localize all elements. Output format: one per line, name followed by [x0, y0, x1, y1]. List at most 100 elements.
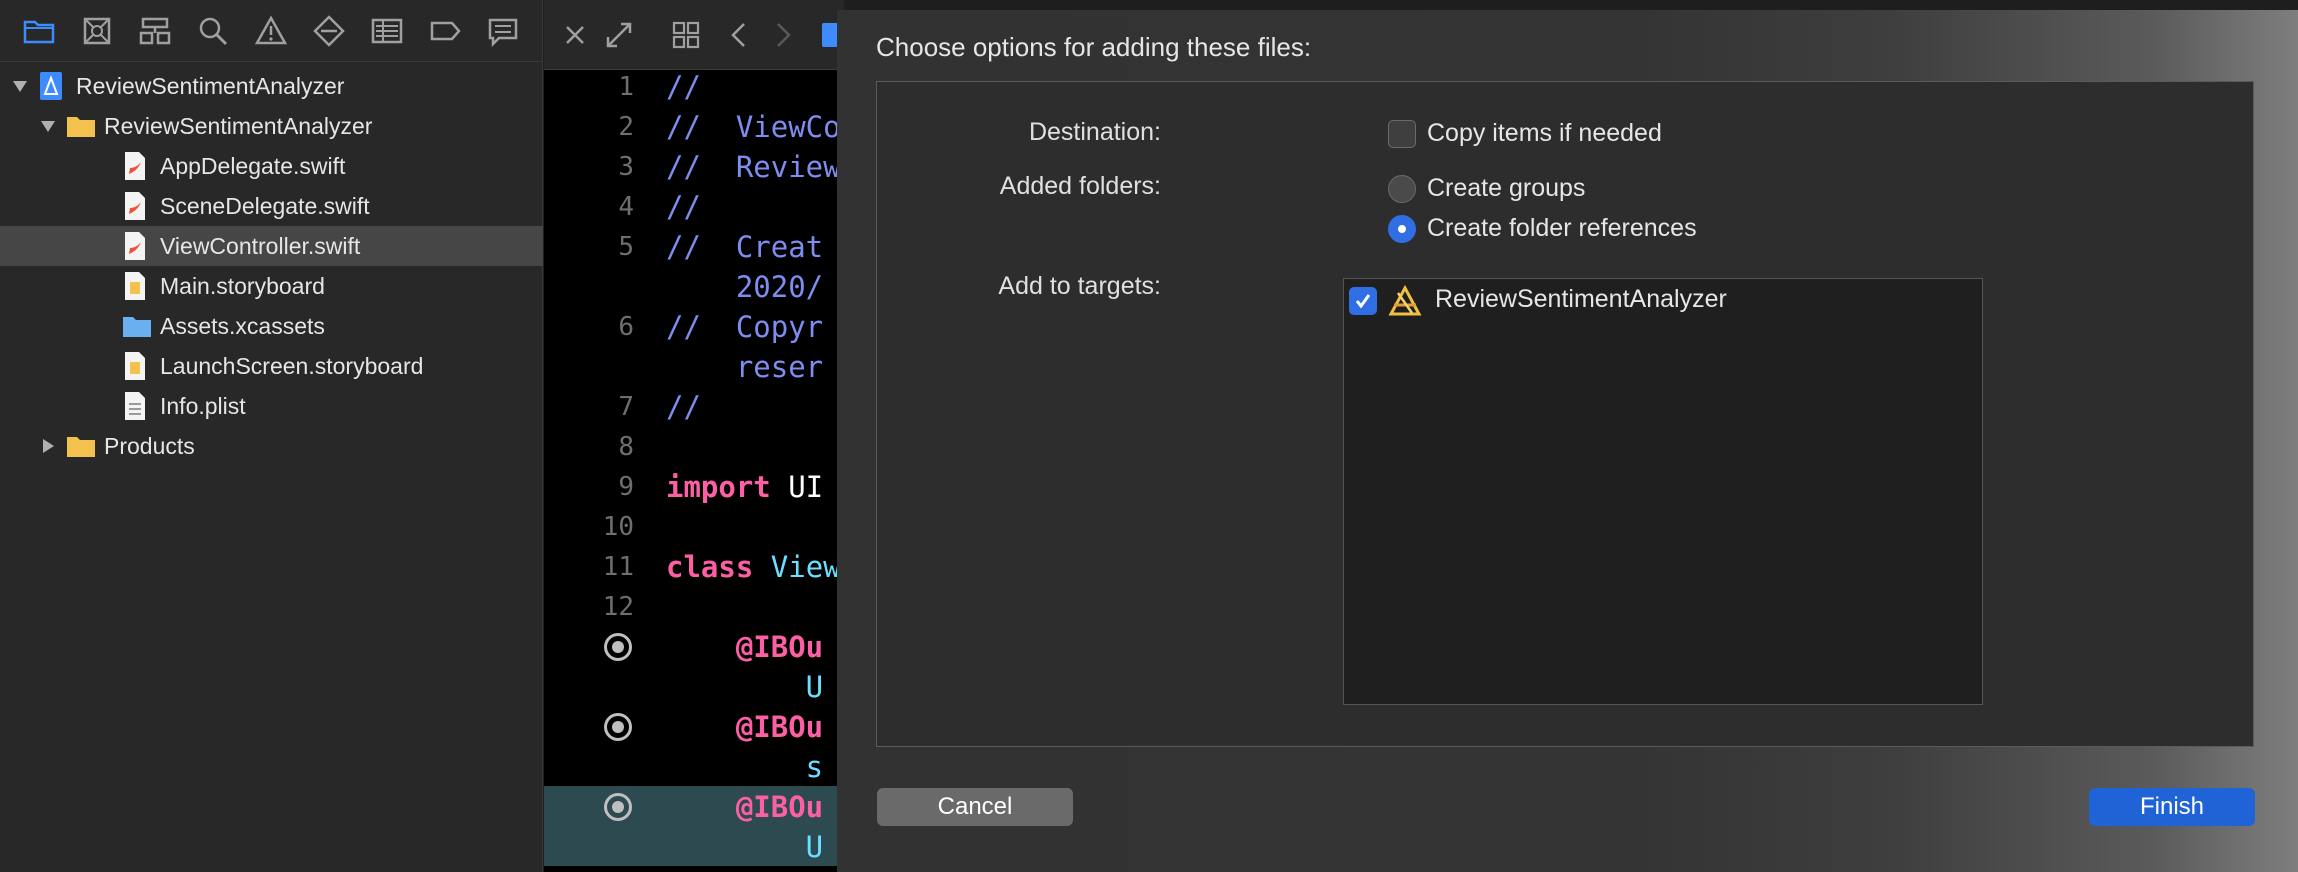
copy-items-label[interactable]: Copy items if needed — [1427, 119, 1662, 148]
tree-item-label: Assets.xcassets — [160, 313, 325, 339]
tree-item-label: Products — [104, 433, 195, 459]
back-icon[interactable] — [722, 18, 756, 52]
report-icon[interactable] — [474, 6, 532, 56]
tree-item[interactable]: Info.plist — [0, 386, 543, 426]
outlet-connection-icon[interactable] — [604, 633, 632, 661]
create-groups-radio[interactable] — [1388, 175, 1416, 203]
code-text: // Review — [666, 150, 841, 184]
code-line[interactable]: 12 — [544, 586, 844, 626]
tree-item-label: ViewController.swift — [160, 233, 361, 259]
cancel-button[interactable]: Cancel — [877, 788, 1073, 826]
plist-file-icon — [122, 390, 148, 422]
app-target-icon — [1388, 284, 1422, 317]
code-line[interactable]: 5 // Creat — [544, 226, 844, 266]
code-area[interactable]: 1 // 2 // ViewCo 3 // Review 4 // 5 // Creat 2020… — [544, 66, 844, 866]
tree-item[interactable]: LaunchScreen.storyboard — [0, 346, 543, 386]
code-line[interactable]: @IBOu — [544, 626, 844, 666]
code-line[interactable]: 6 // Copyr — [544, 306, 844, 346]
search-icon[interactable] — [184, 6, 242, 56]
code-line[interactable]: s — [544, 746, 844, 786]
tree-item[interactable]: SceneDelegate.swift — [0, 186, 543, 226]
tree-item[interactable]: ViewController.swift — [0, 226, 543, 266]
code-line[interactable]: @IBOu — [544, 786, 844, 826]
outlet-connection-icon[interactable] — [604, 713, 632, 741]
code-text: // Copyr — [666, 310, 824, 344]
line-number: 11 — [602, 552, 634, 582]
create-folder-references-label[interactable]: Create folder references — [1427, 214, 1697, 243]
code-line[interactable]: 3 // Review — [544, 146, 844, 186]
tree-item-label: Info.plist — [160, 393, 246, 419]
swift-file-icon — [122, 230, 148, 262]
added-folders-label: Added folders: — [999, 172, 1161, 200]
dialog-title: Choose options for adding these files: — [876, 32, 1312, 62]
test-icon[interactable] — [300, 6, 358, 56]
line-number: 12 — [602, 592, 634, 622]
code-line[interactable]: 11 class View — [544, 546, 844, 586]
code-text: // ViewCo — [666, 110, 841, 144]
code-text: U — [666, 830, 824, 864]
file-tree: ReviewSentimentAnalyzer ReviewSentimentAn… — [0, 66, 543, 466]
tree-item[interactable]: ReviewSentimentAnalyzer — [0, 66, 543, 106]
code-text: 2020/ — [666, 270, 824, 304]
tree-item-label: LaunchScreen.storyboard — [160, 353, 424, 379]
line-number: 5 — [618, 232, 634, 262]
line-number: 2 — [618, 112, 634, 142]
code-text: // Creat — [666, 230, 824, 264]
tree-item-label: ReviewSentimentAnalyzer — [76, 73, 345, 99]
code-text: import UI — [666, 470, 823, 504]
tree-item-label: Main.storyboard — [160, 273, 325, 299]
tree-item[interactable]: Main.storyboard — [0, 266, 543, 306]
code-line[interactable]: 4 // — [544, 186, 844, 226]
disclosure-open-icon[interactable] — [38, 116, 58, 136]
storyboard-file-icon — [122, 270, 148, 302]
code-keyword: import — [666, 470, 771, 504]
copy-items-checkbox[interactable] — [1388, 120, 1416, 148]
finish-button[interactable]: Finish — [2089, 788, 2255, 826]
create-groups-label[interactable]: Create groups — [1427, 174, 1585, 203]
tree-item[interactable]: AppDelegate.swift — [0, 146, 543, 186]
target-checkbox[interactable] — [1349, 287, 1377, 315]
disclosure-open-icon[interactable] — [10, 76, 30, 96]
code-text: // — [666, 70, 701, 104]
code-line[interactable]: 1 // — [544, 66, 844, 106]
targets-list[interactable]: ReviewSentimentAnalyzer — [1343, 278, 1983, 705]
line-number: 8 — [618, 432, 634, 462]
source-control-icon[interactable] — [68, 6, 126, 56]
code-line[interactable]: 7 // — [544, 386, 844, 426]
code-line[interactable]: U — [544, 666, 844, 706]
code-line[interactable]: U — [544, 826, 844, 866]
expand-icon[interactable] — [602, 18, 636, 52]
close-icon[interactable] — [558, 18, 592, 52]
code-line[interactable]: @IBOu — [544, 706, 844, 746]
debug-icon[interactable] — [358, 6, 416, 56]
code-line[interactable]: 2020/ — [544, 266, 844, 306]
code-line[interactable]: reser — [544, 346, 844, 386]
tree-item[interactable]: ReviewSentimentAnalyzer — [0, 106, 543, 146]
code-line[interactable]: 9 import UI — [544, 466, 844, 506]
breakpoint-icon[interactable] — [416, 6, 474, 56]
warning-icon[interactable] — [242, 6, 300, 56]
outlet-connection-icon[interactable] — [604, 793, 632, 821]
symbol-icon[interactable] — [126, 6, 184, 56]
tree-item[interactable]: Products — [0, 426, 543, 466]
add-files-dialog: Choose options for adding these files: D… — [837, 10, 2298, 872]
code-keyword: class — [666, 550, 754, 584]
tree-item-label: SceneDelegate.swift — [160, 193, 370, 219]
target-name: ReviewSentimentAnalyzer — [1435, 285, 1727, 313]
code-text: class View — [666, 550, 841, 584]
grid-icon[interactable] — [669, 18, 703, 52]
code-line[interactable]: 8 — [544, 426, 844, 466]
folder-icon — [66, 430, 95, 462]
line-number: 6 — [618, 312, 634, 342]
folder-icon[interactable] — [10, 6, 68, 56]
project-icon — [38, 70, 64, 102]
create-folder-references-radio[interactable] — [1388, 215, 1416, 243]
line-number: 7 — [618, 392, 634, 422]
tree-item[interactable]: Assets.xcassets — [0, 306, 543, 346]
source-editor: 1 // 2 // ViewCo 3 // Review 4 // 5 // Creat 2020… — [544, 0, 844, 872]
code-line[interactable]: 10 — [544, 506, 844, 546]
swift-file-icon — [122, 190, 148, 222]
forward-icon[interactable] — [766, 18, 800, 52]
disclosure-closed-icon[interactable] — [38, 436, 58, 456]
code-line[interactable]: 2 // ViewCo — [544, 106, 844, 146]
